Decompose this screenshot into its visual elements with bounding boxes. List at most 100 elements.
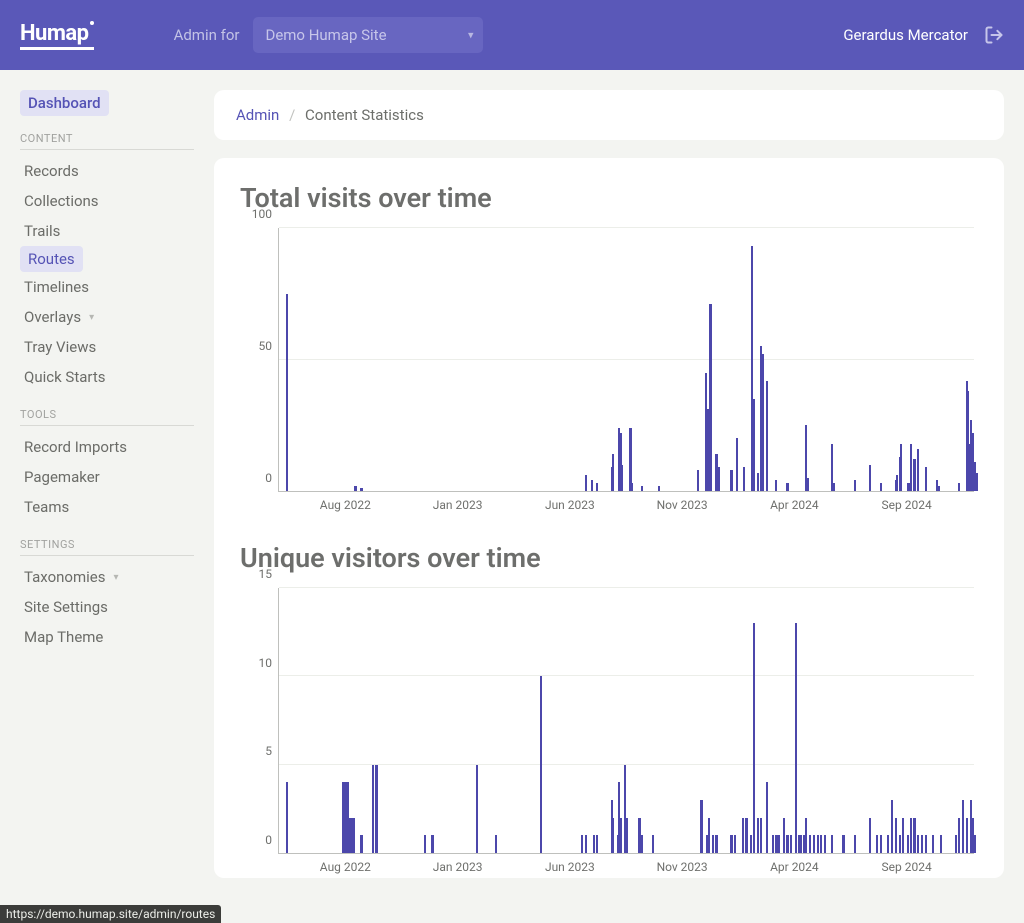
chart-bar (790, 835, 792, 853)
chart-bar (900, 444, 902, 491)
chart-bar (925, 835, 927, 853)
chart-bar (917, 449, 919, 491)
chart-bar (753, 623, 755, 853)
sidebar-item-teams[interactable]: Teams (20, 492, 194, 522)
chart-bar (910, 444, 912, 491)
sidebar-item-label: Records (24, 162, 79, 180)
chart-bar (783, 818, 785, 853)
sidebar-item-timelines[interactable]: Timelines (20, 272, 194, 302)
sidebar-item-dashboard[interactable]: Dashboard (20, 90, 109, 116)
y-tick-label: 50 (259, 339, 273, 353)
chart-bar (820, 835, 822, 853)
chart-bar (809, 835, 811, 853)
x-tick-label: Jan 2023 (433, 498, 483, 512)
sidebar-item-taxonomies[interactable]: Taxonomies▾ (20, 562, 194, 592)
sidebar-item-label: Site Settings (24, 598, 108, 616)
chart-bar (715, 835, 717, 853)
chart-bar (974, 835, 976, 853)
chart-bar (869, 465, 871, 491)
chart-bar (743, 467, 745, 491)
chart-bar (786, 835, 788, 853)
logo-dot-icon (90, 21, 94, 25)
x-tick-label: Sep 2024 (882, 860, 932, 874)
chart-bar (581, 835, 583, 853)
sidebar-item-site-settings[interactable]: Site Settings (20, 592, 194, 622)
site-selected-label: Demo Humap Site (265, 26, 386, 44)
chart-bar (596, 835, 598, 853)
sidebar-item-label: Tray Views (24, 338, 96, 356)
logout-icon[interactable] (984, 25, 1004, 45)
chart-bar (353, 818, 355, 853)
chart-bar (360, 488, 362, 491)
chart-bar (631, 483, 633, 491)
chart-bar (760, 818, 762, 853)
sidebar-item-pagemaker[interactable]: Pagemaker (20, 462, 194, 492)
chart-bar (360, 835, 362, 853)
chart-bar (887, 835, 889, 853)
y-tick-label: 15 (259, 567, 273, 581)
sidebar-item-map-theme[interactable]: Map Theme (20, 622, 194, 652)
sidebar-group-title: CONTENT (20, 132, 194, 150)
breadcrumb-root[interactable]: Admin (236, 106, 279, 124)
chart-bar (585, 835, 587, 853)
sidebar-item-label: Record Imports (24, 438, 127, 456)
chart-bar (375, 765, 377, 853)
chart-bar (913, 818, 915, 853)
chart-bar (718, 467, 720, 491)
x-tick-label: Sep 2024 (882, 498, 932, 512)
chart-bar (921, 835, 923, 853)
logo[interactable]: Humap (20, 21, 94, 50)
chart-bar (775, 480, 777, 491)
y-tick-label: 5 (265, 744, 272, 758)
chart-bar (708, 818, 710, 853)
sidebar-item-label: Quick Starts (24, 368, 105, 386)
x-tick-label: Apr 2024 (770, 860, 819, 874)
chart-bar (424, 835, 426, 853)
chart-bar (734, 835, 736, 853)
chart-bar (795, 623, 797, 853)
chart-bar (593, 835, 595, 853)
y-tick-label: 100 (252, 207, 272, 221)
chart-bar (772, 835, 774, 853)
chart-bar (629, 428, 631, 491)
sidebar-item-record-imports[interactable]: Record Imports (20, 432, 194, 462)
sidebar-item-overlays[interactable]: Overlays▾ (20, 302, 194, 332)
chart-title-1: Total visits over time (240, 182, 978, 214)
sidebar-item-label: Collections (24, 192, 99, 210)
chart-bar (854, 480, 856, 491)
user-name[interactable]: Gerardus Mercator (843, 26, 968, 44)
chart-bar (540, 676, 542, 853)
app-header: Humap Admin for Demo Humap Site ▾ Gerard… (0, 0, 1024, 70)
chart-bar (966, 818, 968, 853)
chart-bar (842, 835, 844, 853)
sidebar-item-label: Overlays (24, 308, 81, 326)
sidebar-item-records[interactable]: Records (20, 156, 194, 186)
chart-bar (902, 818, 904, 853)
sidebar-item-label: Routes (28, 250, 75, 268)
site-selector[interactable]: Demo Humap Site ▾ (253, 17, 483, 53)
main-area: Admin / Content Statistics Total visits … (210, 70, 1024, 923)
chart-bar (697, 470, 699, 491)
chart-bar (800, 835, 802, 853)
sidebar-item-quick-starts[interactable]: Quick Starts (20, 362, 194, 392)
sidebar-item-trails[interactable]: Trails (20, 216, 194, 246)
chart-bar (596, 483, 598, 491)
breadcrumb-separator: / (289, 106, 295, 124)
chart-bar (896, 475, 898, 491)
sidebar-item-collections[interactable]: Collections (20, 186, 194, 216)
chart-bar (591, 480, 593, 491)
chart-bar (907, 835, 909, 853)
sidebar-item-routes[interactable]: Routes (20, 246, 83, 272)
chart-bar (895, 818, 897, 853)
chart-bar (876, 835, 878, 853)
chart-bar (833, 483, 835, 491)
chart-bar (354, 486, 356, 491)
chart-bar (626, 818, 628, 853)
chart-bar (641, 835, 643, 853)
sidebar-item-tray-views[interactable]: Tray Views (20, 332, 194, 362)
chart-bar (777, 835, 779, 853)
x-tick-label: Jan 2023 (433, 860, 483, 874)
chart-title-2: Unique visitors over time (240, 542, 978, 574)
chart-bar (620, 818, 622, 853)
chart-bar (940, 835, 942, 853)
